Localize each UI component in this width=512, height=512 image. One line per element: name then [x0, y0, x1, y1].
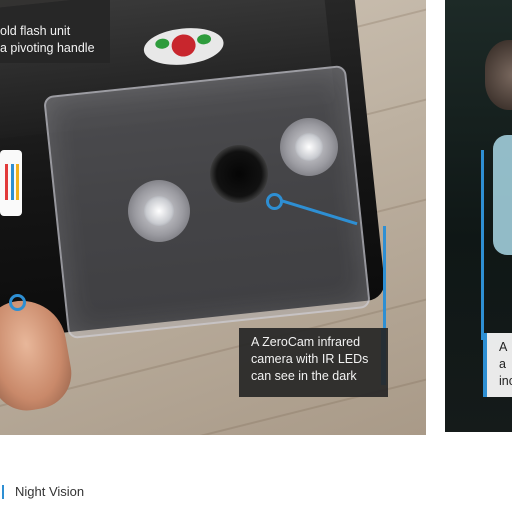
caption-zerocam: A ZeroCam infrared camera with IR LEDs c…: [239, 328, 388, 397]
caption-line: camera with IR LEDs: [251, 352, 369, 366]
side-photo: A a inc: [445, 0, 512, 432]
side-sticker: [0, 150, 22, 216]
callout-line-zerocam-vertical: [383, 226, 386, 331]
camera-photo: old flash unit a pivoting handle A ZeroC…: [0, 0, 426, 435]
caption-line: a: [499, 357, 506, 371]
side-photo-highlight: [493, 135, 512, 255]
caption-line: A: [499, 340, 508, 354]
side-callout-line: [481, 150, 484, 340]
clear-case: [43, 64, 371, 340]
camera-lens: [210, 145, 268, 203]
section-title: Night Vision: [15, 484, 85, 499]
caption-side: A a inc: [483, 333, 512, 397]
ir-led-right-core: [295, 133, 323, 161]
logo-leaf: [196, 33, 212, 46]
caption-line: inc: [499, 374, 512, 388]
caption-line: can see in the dark: [251, 369, 357, 383]
side-photo-object: [485, 40, 512, 110]
raspberry-pi-logo: [142, 24, 226, 69]
logo-leaf: [154, 38, 170, 50]
logo-berry: [170, 33, 197, 58]
ir-led-left-core: [144, 196, 174, 226]
caption-line: a pivoting handle: [0, 41, 95, 55]
footer-separator: [2, 485, 4, 499]
side-caption-accent: [483, 333, 487, 397]
caption-line: A ZeroCam infrared: [251, 335, 361, 349]
caption-flash-unit: old flash unit a pivoting handle: [0, 0, 110, 63]
callout-dot-handle: [9, 294, 26, 311]
caption-line: old flash unit: [0, 24, 71, 38]
